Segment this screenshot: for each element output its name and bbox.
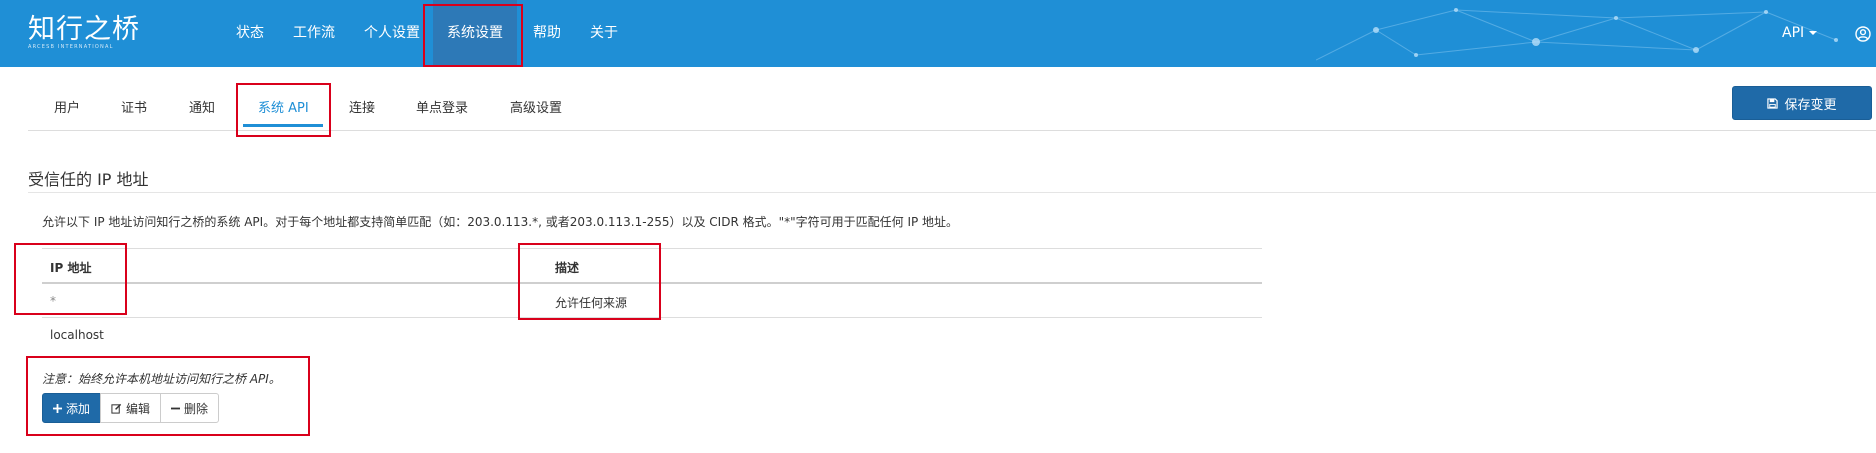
save-changes-label: 保存变更 (1784, 97, 1837, 113)
tab-users[interactable]: 用户 (54, 97, 80, 116)
highlight-box-settings (423, 4, 523, 67)
section-description: 允许以下 IP 地址访问知行之桥的系统 API。对于每个地址都支持简单匹配（如：… (42, 215, 959, 229)
caret-down-icon (1809, 31, 1818, 35)
highlight-box-description-column (518, 243, 661, 320)
top-navbar: 知行之桥 ARCESB INTERNATIONAL 状态 工作流 个人设置 系统… (0, 0, 1876, 67)
save-icon (1767, 97, 1779, 109)
brand-name: 知行之桥 (28, 14, 140, 45)
nav-status[interactable]: 状态 (222, 0, 278, 67)
tab-advanced[interactable]: 高级设置 (510, 97, 562, 116)
brand-logo[interactable]: 知行之桥 ARCESB INTERNATIONAL (28, 14, 140, 50)
brand-subtitle: ARCESB INTERNATIONAL (28, 44, 114, 50)
tab-certificates[interactable]: 证书 (121, 97, 147, 116)
api-dropdown-label: API (1782, 25, 1805, 41)
table-row[interactable]: localhost (42, 318, 1262, 351)
user-circle-icon[interactable] (1855, 26, 1871, 42)
section-divider (28, 192, 1876, 193)
highlight-box-system-api-tab (236, 83, 331, 137)
tab-notifications[interactable]: 通知 (189, 97, 215, 116)
highlight-box-ip-column (14, 243, 127, 315)
nav-profile[interactable]: 个人设置 (350, 0, 434, 67)
api-dropdown[interactable]: API (1782, 0, 1818, 67)
tab-connections[interactable]: 连接 (349, 97, 375, 116)
nav-workflow[interactable]: 工作流 (279, 0, 349, 67)
cell-ip: localhost (50, 328, 104, 342)
save-changes-button[interactable]: 保存变更 (1732, 86, 1872, 120)
nav-about[interactable]: 关于 (576, 0, 632, 67)
highlight-box-action-buttons (26, 356, 310, 436)
nav-help[interactable]: 帮助 (519, 0, 575, 67)
section-title: 受信任的 IP 地址 (28, 170, 149, 189)
tab-sso[interactable]: 单点登录 (416, 97, 468, 116)
